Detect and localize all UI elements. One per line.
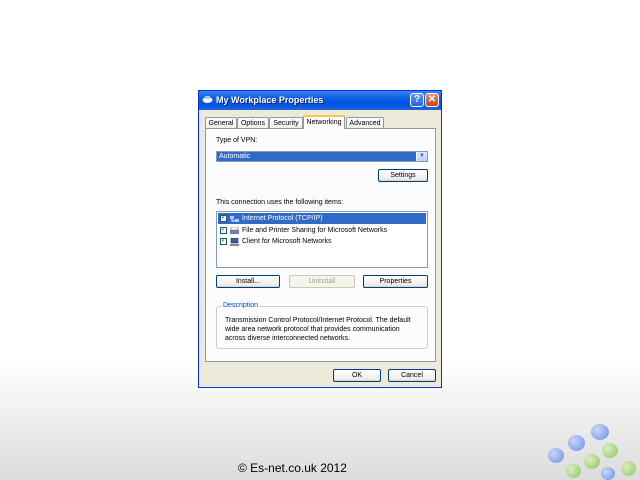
vpn-type-select[interactable]: Automatic ▼ (216, 151, 428, 162)
tab-networking[interactable]: Networking (303, 115, 345, 129)
help-button[interactable]: ? (410, 93, 424, 107)
components-list[interactable]: ✓ Internet Protocol (TCP/IP) ✓ File and … (216, 211, 428, 268)
tab-options[interactable]: Options (237, 117, 269, 128)
close-button[interactable]: ✕ (425, 93, 439, 107)
list-item[interactable]: ✓ File and Printer Sharing for Microsoft… (218, 225, 426, 236)
copyright-footer: © Es-net.co.uk 2012 (238, 461, 347, 475)
list-item[interactable]: ✓ Client for Microsoft Networks (218, 236, 426, 247)
install-button[interactable]: Install... (216, 275, 280, 288)
components-label: This connection uses the following items… (216, 199, 344, 206)
description-text: Transmission Control Protocol/Internet P… (225, 317, 411, 342)
checkbox[interactable]: ✓ (220, 238, 227, 245)
list-item[interactable]: ✓ Internet Protocol (TCP/IP) (218, 213, 426, 224)
networking-panel: Type of VPN: Automatic ▼ Settings This c… (205, 128, 436, 362)
protocol-icon (230, 216, 239, 222)
uninstall-button[interactable]: Uninstall (289, 275, 355, 288)
checkbox[interactable]: ✓ (220, 227, 227, 234)
properties-button[interactable]: Properties (363, 275, 428, 288)
vpn-type-value: Automatic (217, 152, 416, 161)
properties-dialog: My Workplace Properties ? ✕ General Opti… (198, 90, 442, 388)
item-label: Client for Microsoft Networks (242, 238, 332, 245)
item-label: Internet Protocol (TCP/IP) (242, 215, 323, 222)
title-bar[interactable]: My Workplace Properties ? ✕ (199, 91, 441, 110)
cancel-button[interactable]: Cancel (388, 369, 436, 382)
item-label: File and Printer Sharing for Microsoft N… (242, 227, 388, 234)
ok-button[interactable]: OK (333, 369, 381, 382)
tab-security[interactable]: Security (269, 117, 303, 128)
printer-sharing-icon (230, 227, 239, 234)
network-connection-icon (202, 96, 213, 103)
window-title: My Workplace Properties (216, 95, 324, 105)
chevron-down-icon[interactable]: ▼ (417, 152, 427, 161)
tab-general[interactable]: General (205, 117, 237, 128)
description-group: Description Transmission Control Protoco… (216, 302, 428, 349)
settings-button[interactable]: Settings (378, 169, 428, 182)
description-title: Description (222, 302, 260, 309)
checkbox[interactable]: ✓ (220, 215, 227, 222)
vpn-type-label: Type of VPN: (216, 137, 258, 144)
tab-advanced[interactable]: Advanced (346, 117, 384, 128)
network-client-icon (230, 238, 239, 246)
